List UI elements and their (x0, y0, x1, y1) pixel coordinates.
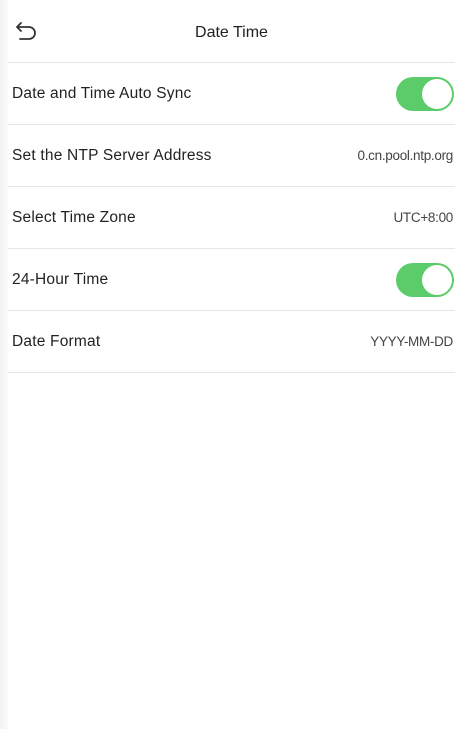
page-title: Date Time (195, 24, 268, 41)
setting-value: 0.cn.pool.ntp.org (357, 148, 454, 163)
auto-sync-toggle[interactable] (396, 76, 454, 111)
setting-label: Date Format (12, 332, 101, 350)
setting-label: Set the NTP Server Address (12, 146, 212, 164)
setting-label: Select Time Zone (12, 208, 136, 226)
setting-label: Date and Time Auto Sync (12, 84, 192, 102)
setting-row-24-hour[interactable]: 24-Hour Time (8, 249, 455, 311)
setting-row-ntp-server[interactable]: Set the NTP Server Address 0.cn.pool.ntp… (8, 125, 455, 187)
screen-edge (0, 0, 8, 729)
setting-row-time-zone[interactable]: Select Time Zone UTC+8:00 (8, 187, 455, 249)
toggle-knob (422, 78, 452, 109)
24-hour-toggle[interactable] (396, 262, 454, 297)
toggle-knob (422, 264, 452, 295)
setting-value: UTC+8:00 (393, 210, 453, 225)
setting-row-auto-sync[interactable]: Date and Time Auto Sync (8, 63, 455, 125)
date-time-screen: Date Time Date and Time Auto Sync Set th… (8, 0, 455, 729)
setting-row-date-format[interactable]: Date Format YYYY-MM-DD (8, 311, 455, 373)
setting-label: 24-Hour Time (12, 270, 109, 288)
header-bar: Date Time (8, 0, 455, 63)
setting-value: YYYY-MM-DD (370, 334, 453, 349)
